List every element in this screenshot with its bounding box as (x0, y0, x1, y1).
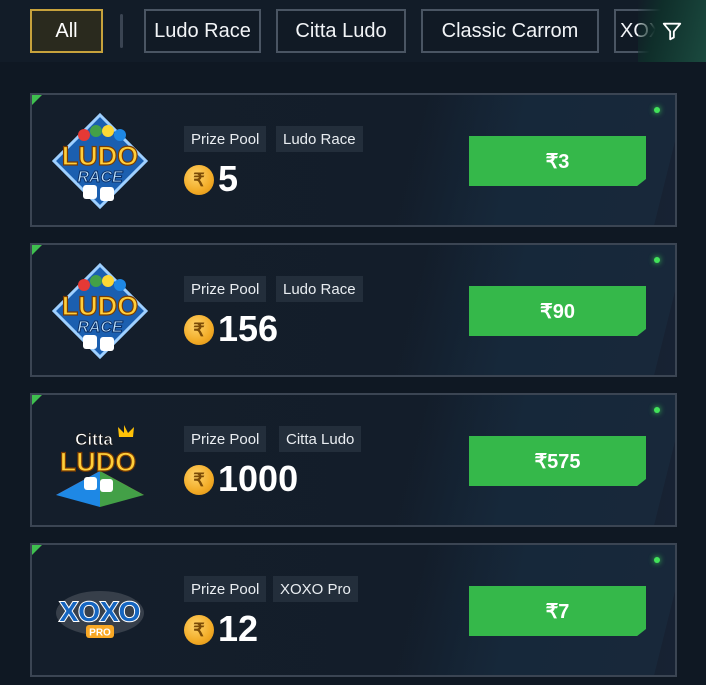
card-corner-marker (32, 95, 44, 107)
prize-amount: 1000 (218, 458, 299, 499)
game-filter-bar: All Ludo Race Citta Ludo Classic Carrom … (0, 0, 706, 62)
funnel-icon (662, 22, 682, 41)
live-indicator (654, 407, 660, 413)
rupee-coin-icon: ₹ (184, 615, 214, 645)
prize-amount: 5 (218, 158, 239, 199)
prize-pool-tag: Prize Pool (184, 576, 267, 602)
svg-text:LUDO: LUDO (62, 291, 139, 321)
live-indicator (654, 257, 660, 263)
rupee-coin-icon: ₹ (184, 465, 214, 495)
xoxo-pro-logo: XOXO PRO (56, 591, 144, 639)
card-corner-marker (32, 545, 44, 557)
contest-card[interactable]: Citta LUDO Prize Pool Citta Ludo ₹ 1000 … (30, 393, 677, 527)
card-corner-marker (32, 245, 44, 257)
filter-chip-all[interactable]: All (30, 9, 103, 53)
prize-amount: 12 (218, 608, 259, 649)
contest-card[interactable]: LUDO RACE Prize Pool Ludo Race ₹ 156 ₹90 (30, 243, 677, 377)
game-name-tag: Ludo Race (276, 276, 363, 302)
svg-text:RACE: RACE (77, 169, 124, 186)
game-name-tag: XOXO Pro (273, 576, 358, 602)
game-name-tag: Ludo Race (276, 126, 363, 152)
svg-text:XOXO: XOXO (60, 596, 141, 627)
svg-text:LUDO: LUDO (62, 141, 139, 171)
svg-text:RACE: RACE (77, 319, 124, 336)
contest-card[interactable]: XOXO PRO Prize Pool XOXO Pro ₹ 12 ₹7 (30, 543, 677, 677)
svg-text:LUDO: LUDO (60, 447, 137, 477)
entry-fee-button[interactable]: ₹90 (469, 286, 646, 336)
rupee-coin-icon: ₹ (184, 315, 214, 345)
filter-button[interactable] (638, 0, 706, 62)
filter-chip-ludo-race[interactable]: Ludo Race (144, 9, 261, 53)
filter-chip-citta-ludo[interactable]: Citta Ludo (276, 9, 406, 53)
card-corner-marker (32, 395, 44, 407)
entry-fee-button[interactable]: ₹7 (469, 586, 646, 636)
entry-fee-button[interactable]: ₹3 (469, 136, 646, 186)
entry-fee-button[interactable]: ₹575 (469, 436, 646, 486)
svg-text:PRO: PRO (89, 628, 111, 639)
ludo-race-logo: LUDO RACE (51, 112, 149, 210)
live-indicator (654, 557, 660, 563)
rupee-coin-icon: ₹ (184, 165, 214, 195)
game-name-tag: Citta Ludo (279, 426, 362, 452)
ludo-race-logo: LUDO RACE (51, 262, 149, 360)
citta-ludo-logo: Citta LUDO (56, 425, 144, 507)
prize-pool-tag: Prize Pool (184, 126, 267, 152)
live-indicator (654, 107, 660, 113)
contest-card[interactable]: LUDO RACE Prize Pool Ludo Race ₹ 5 ₹3 (30, 93, 677, 227)
filter-chip-classic-carrom[interactable]: Classic Carrom (421, 9, 599, 53)
prize-pool-tag: Prize Pool (184, 276, 267, 302)
prize-amount: 156 (218, 308, 279, 349)
prize-pool-tag: Prize Pool (184, 426, 267, 452)
filter-divider (120, 14, 123, 48)
